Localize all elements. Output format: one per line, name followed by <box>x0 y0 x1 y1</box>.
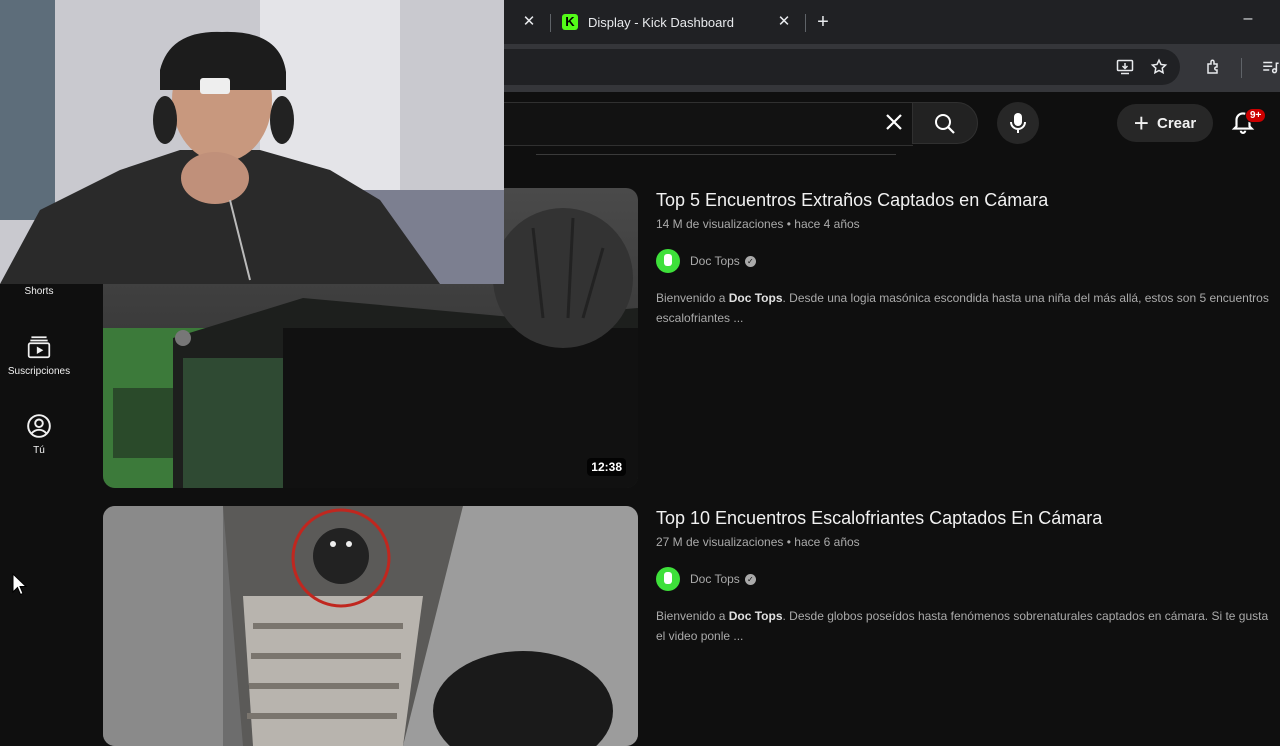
video-metadata: 14 M de visualizaciones • hace 4 años <box>656 217 860 231</box>
kick-logo-icon: K <box>562 14 578 30</box>
channel-link[interactable]: Doc Tops ✓ <box>656 249 756 273</box>
sidebar-item-subscriptions[interactable]: Suscripciones <box>0 334 78 377</box>
channel-name: Doc Tops <box>690 254 740 268</box>
sidebar-item-you[interactable]: Tú <box>0 413 78 456</box>
description-text: Bienvenido a <box>656 291 729 305</box>
video-title[interactable]: Top 5 Encuentros Extraños Captados en Cá… <box>656 190 1048 211</box>
install-app-icon[interactable] <box>1115 58 1135 78</box>
sidebar-item-label: Shorts <box>24 286 54 297</box>
upload-age: hace 4 años <box>794 217 860 231</box>
tab-kick-dashboard[interactable]: K Display - Kick Dashboard <box>562 0 734 44</box>
video-thumbnail[interactable] <box>103 506 638 746</box>
subscriptions-icon <box>27 336 51 359</box>
video-description: Bienvenido a Doc Tops. Desde globos pose… <box>656 606 1280 646</box>
description-channel-highlight: Doc Tops <box>728 291 783 305</box>
upload-age: hace 6 años <box>794 535 860 549</box>
tab-separator <box>550 14 551 32</box>
channel-avatar[interactable] <box>656 249 680 273</box>
webcam-overlay <box>0 0 504 284</box>
webcam-feed-image <box>0 0 504 284</box>
verified-check-icon: ✓ <box>744 573 756 585</box>
channel-name: Doc Tops <box>690 572 740 586</box>
verified-check-icon: ✓ <box>744 255 756 267</box>
mouse-cursor-icon <box>12 573 28 596</box>
create-button[interactable]: + Crear <box>1117 104 1213 142</box>
notification-badge: 9+ <box>1245 108 1267 123</box>
toolbar-divider <box>1241 58 1242 78</box>
video-title[interactable]: Top 10 Encuentros Escalofriantes Captado… <box>656 508 1102 529</box>
bookmark-star-icon[interactable] <box>1149 58 1169 78</box>
media-controls-icon[interactable] <box>1260 58 1280 78</box>
description-channel-highlight: Doc Tops <box>728 609 783 623</box>
search-input[interactable] <box>440 102 913 146</box>
tab-separator <box>805 14 806 32</box>
view-count: 27 M de visualizaciones <box>656 535 784 549</box>
search-icon <box>935 114 955 134</box>
search-button[interactable] <box>912 102 978 144</box>
tab-title: Display - Kick Dashboard <box>588 14 734 30</box>
sidebar-item-label: Suscripciones <box>7 366 71 377</box>
video-metadata: 27 M de visualizaciones • hace 6 años <box>656 535 860 549</box>
video-duration: 12:38 <box>587 458 626 476</box>
sidebar-item-label: Tú <box>33 445 45 456</box>
thumbnail-image <box>103 506 638 746</box>
extensions-icon[interactable] <box>1204 58 1224 78</box>
voice-search-button[interactable] <box>997 102 1039 144</box>
microphone-icon <box>1010 113 1026 133</box>
minimize-button[interactable]: – <box>1238 10 1258 30</box>
chip-bar-divider <box>536 154 896 155</box>
channel-avatar[interactable] <box>656 567 680 591</box>
description-text: Bienvenido a <box>656 609 729 623</box>
tab-close-icon[interactable]: ✕ <box>775 13 793 31</box>
new-tab-button[interactable]: + <box>812 11 834 33</box>
tab-close-icon[interactable]: ✕ <box>520 13 538 31</box>
view-count: 14 M de visualizaciones <box>656 217 784 231</box>
create-label: Crear <box>1156 114 1197 132</box>
video-description: Bienvenido a Doc Tops. Desde una logia m… <box>656 288 1280 328</box>
plus-icon: + <box>1133 108 1149 138</box>
sidebar-item-shorts[interactable]: Shorts <box>0 286 78 297</box>
clear-search-icon[interactable] <box>880 108 908 138</box>
account-icon <box>27 414 51 438</box>
channel-link[interactable]: Doc Tops ✓ <box>656 567 756 591</box>
